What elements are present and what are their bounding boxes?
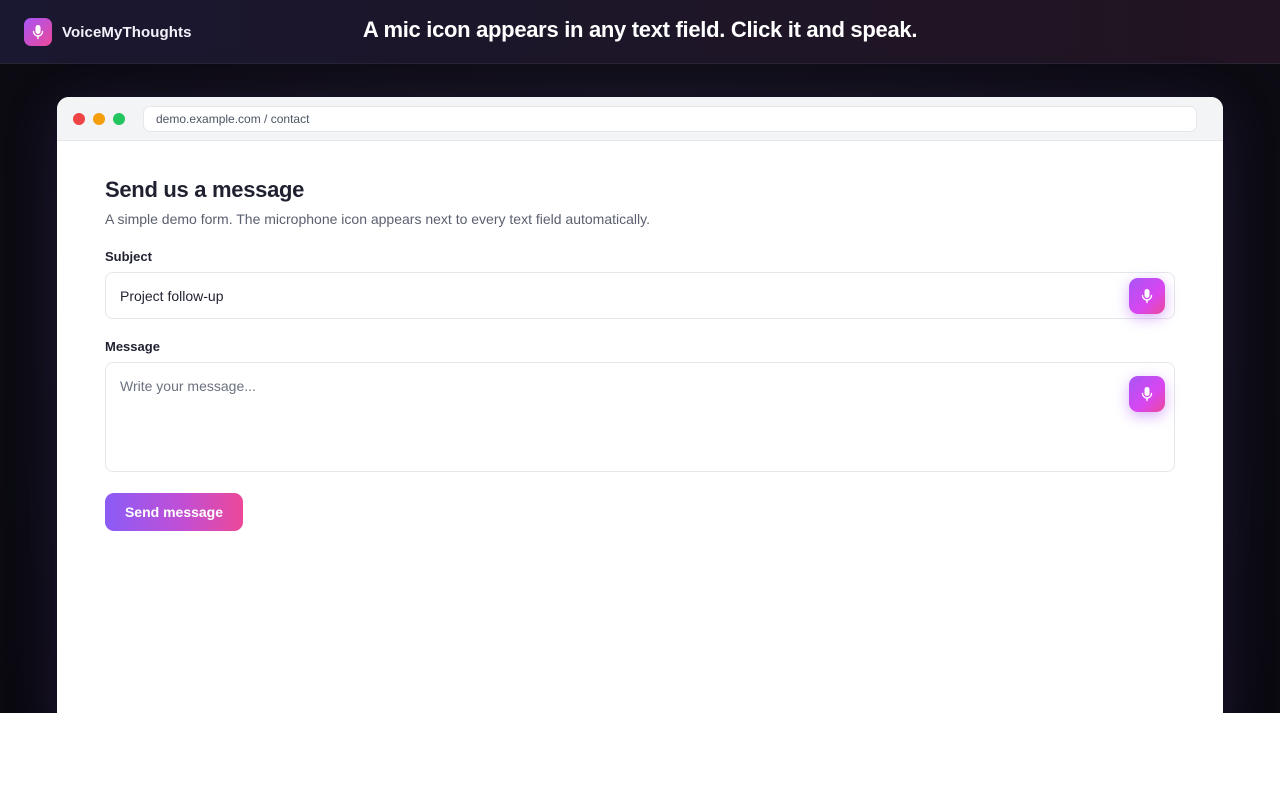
contact-form: Send us a message A simple demo form. Th… xyxy=(105,177,1175,531)
microphone-icon xyxy=(1141,289,1153,304)
tagline: A mic icon appears in any text field. Cl… xyxy=(362,17,918,42)
send-message-button[interactable]: Send message xyxy=(105,493,243,531)
browser-chrome: demo.example.com / contact xyxy=(57,97,1223,141)
app-stage: VoiceMyThoughts A mic icon appears in an… xyxy=(0,0,1280,713)
form-subtitle: A simple demo form. The microphone icon … xyxy=(105,211,650,227)
subject-mic-button[interactable] xyxy=(1129,278,1165,314)
message-placeholder: Write your message... xyxy=(120,378,256,394)
message-mic-button[interactable] xyxy=(1129,376,1165,412)
subject-input[interactable]: Project follow-up xyxy=(105,272,1175,319)
message-label: Message xyxy=(105,339,160,354)
address-bar[interactable]: demo.example.com / contact xyxy=(143,106,1197,132)
subject-label: Subject xyxy=(105,249,152,264)
subject-value: Project follow-up xyxy=(120,288,224,304)
maximize-window-dot[interactable] xyxy=(113,113,125,125)
close-window-dot[interactable] xyxy=(73,113,85,125)
minimize-window-dot[interactable] xyxy=(93,113,105,125)
microphone-icon xyxy=(1141,387,1153,402)
top-bar: VoiceMyThoughts A mic icon appears in an… xyxy=(0,0,1280,64)
message-textarea[interactable]: Write your message... xyxy=(105,362,1175,472)
form-title: Send us a message xyxy=(105,177,305,202)
browser-window: demo.example.com / contact Send us a mes… xyxy=(57,97,1223,713)
